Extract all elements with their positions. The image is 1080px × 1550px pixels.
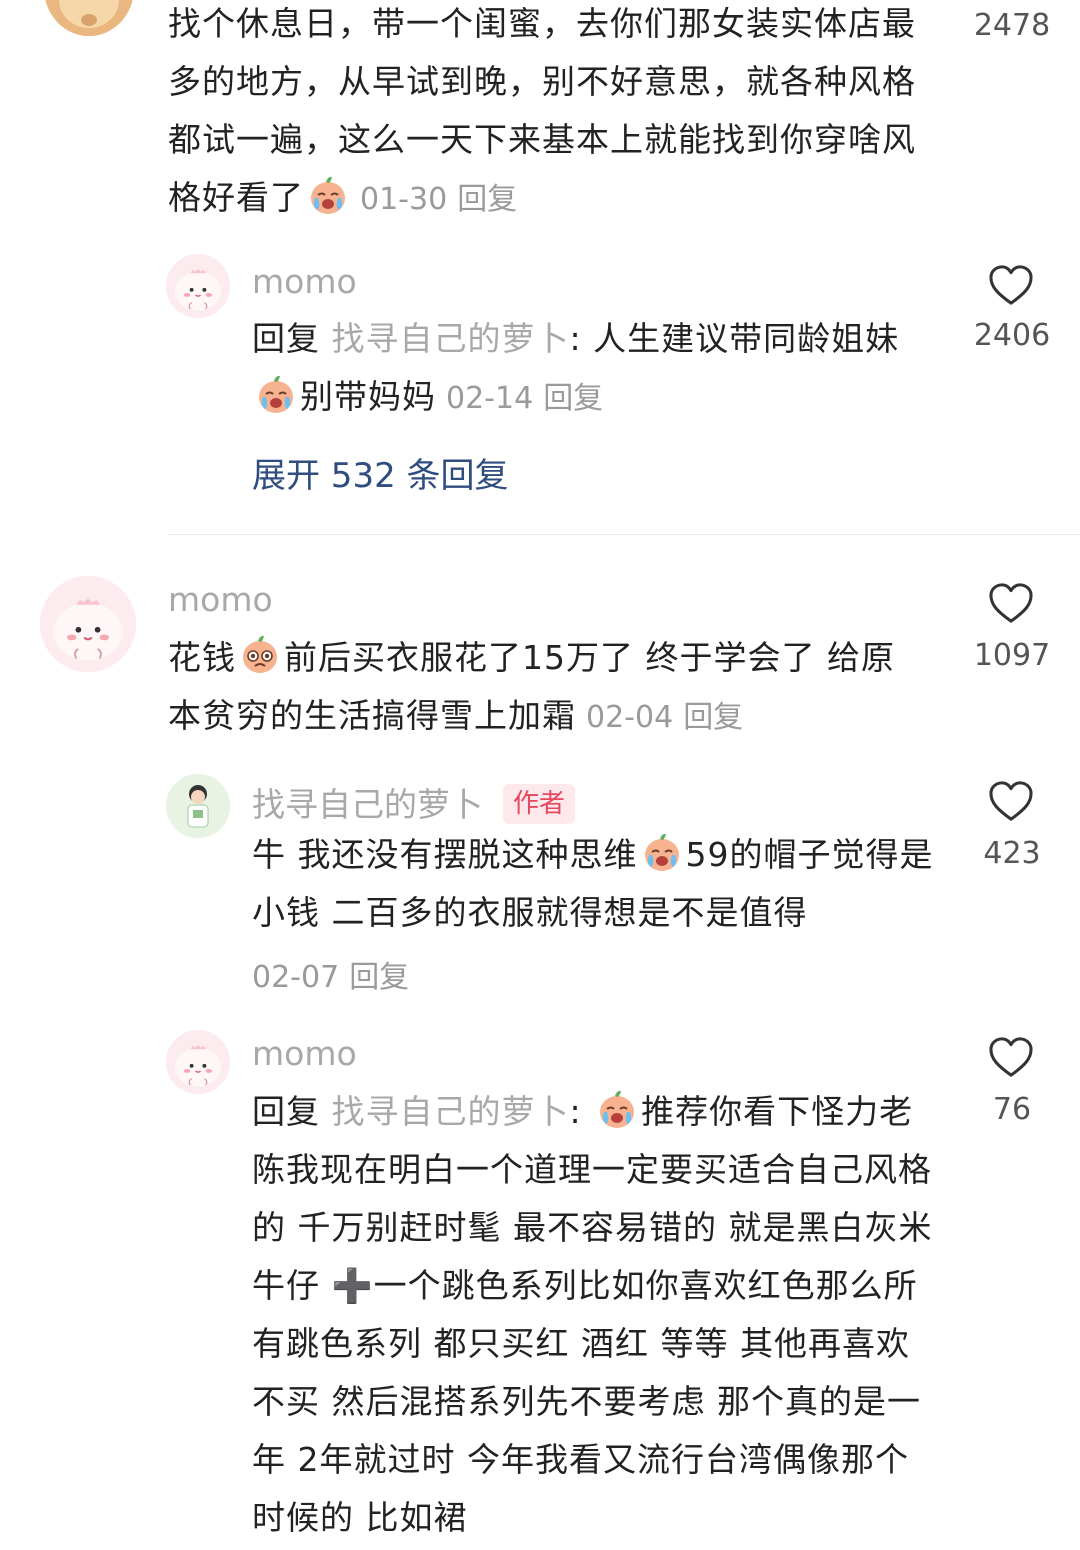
like-count: 1097 [973,638,1051,673]
crying-face-emoji [306,173,350,217]
reply-prefix: 回复 [252,1092,320,1131]
reply-link[interactable]: 回复 [683,700,743,735]
reply-to-user[interactable]: 找寻自己的萝卜 [332,319,570,358]
reply-link[interactable]: 回复 [349,960,409,995]
reply-username[interactable]: momo [252,1034,357,1073]
crying-face-emoji [254,372,298,416]
expand-replies-link[interactable]: 展开 532 条回复 [252,448,509,497]
reply-text: 回复 找寻自己的萝卜: 人生建议带同龄姐妹别带妈妈 02-14 回复 [252,319,900,416]
reply-body: 牛 我还没有摆脱这种思维 [252,835,638,874]
reply-meta: 02-07 回复 [252,952,409,996]
like-count: 2406 [973,318,1051,353]
author-username[interactable]: 找寻自己的萝卜 作者 [252,778,576,826]
like-count: 423 [983,836,1041,871]
comment-text: 找个休息日，带一个闺蜜，去你们那女装实体店最多的地方，从早试到晚，别不好意思，就… [168,0,918,229]
like-count: 2478 [973,8,1051,43]
crying-face-emoji [595,1087,639,1131]
reply-body-2: 别带妈妈 [300,377,436,416]
like-count: 76 [992,1092,1032,1127]
reply-date: 02-14 [446,381,534,416]
like-heart-icon[interactable] [988,1036,1034,1078]
commenter-username[interactable]: momo [168,580,273,619]
crying-face-emoji [640,830,684,874]
author-badge: 作者 [503,784,576,824]
pleading-face-emoji [238,633,282,677]
comment-date: 01-30 [360,182,448,217]
comment-body: 找个休息日，带一个闺蜜，去你们那女装实体店最多的地方，从早试到晚，别不好意思，就… [168,4,916,217]
reply-avatar[interactable] [166,254,230,318]
reply-prefix: 回复 [252,319,320,358]
commenter-avatar[interactable] [44,0,134,36]
reply-link[interactable]: 回复 [543,381,603,416]
reply-to-user[interactable]: 找寻自己的萝卜 [332,1092,570,1131]
comment-date: 02-04 [586,700,674,735]
reply-avatar[interactable] [166,1030,230,1094]
like-heart-icon[interactable] [988,264,1034,306]
comment-body: 花钱 [168,638,236,677]
reply-body: 人生建议带同龄姐妹 [593,319,900,358]
author-avatar[interactable] [166,774,230,838]
like-heart-icon[interactable] [988,582,1034,624]
reply-date: 02-07 [252,960,340,995]
reply-body: 推荐你看下怪力老陈我现在明白一个道理一定要买适合自己风格的 千万别赶时髦 最不容… [252,1092,933,1537]
commenter-avatar[interactable] [40,576,136,672]
reply-text: 回复 找寻自己的萝卜: 推荐你看下怪力老陈我现在明白一个道理一定要买适合自己风格… [252,1083,942,1547]
reply-username[interactable]: momo [252,262,357,301]
comment-divider [168,534,1080,535]
reply-link[interactable]: 回复 [457,182,517,217]
author-name: 找寻自己的萝卜 [252,785,483,824]
reply-text: 牛 我还没有摆脱这种思维 59的帽子觉得是小钱 二百多的衣服就得想是不是值得 [252,826,942,942]
comment-text: 花钱 前后买衣服花了15万了 终于学会了 给原本贫穷的生活搞得雪上加霜 02-04 回… [168,629,920,747]
like-heart-icon[interactable] [988,780,1034,822]
